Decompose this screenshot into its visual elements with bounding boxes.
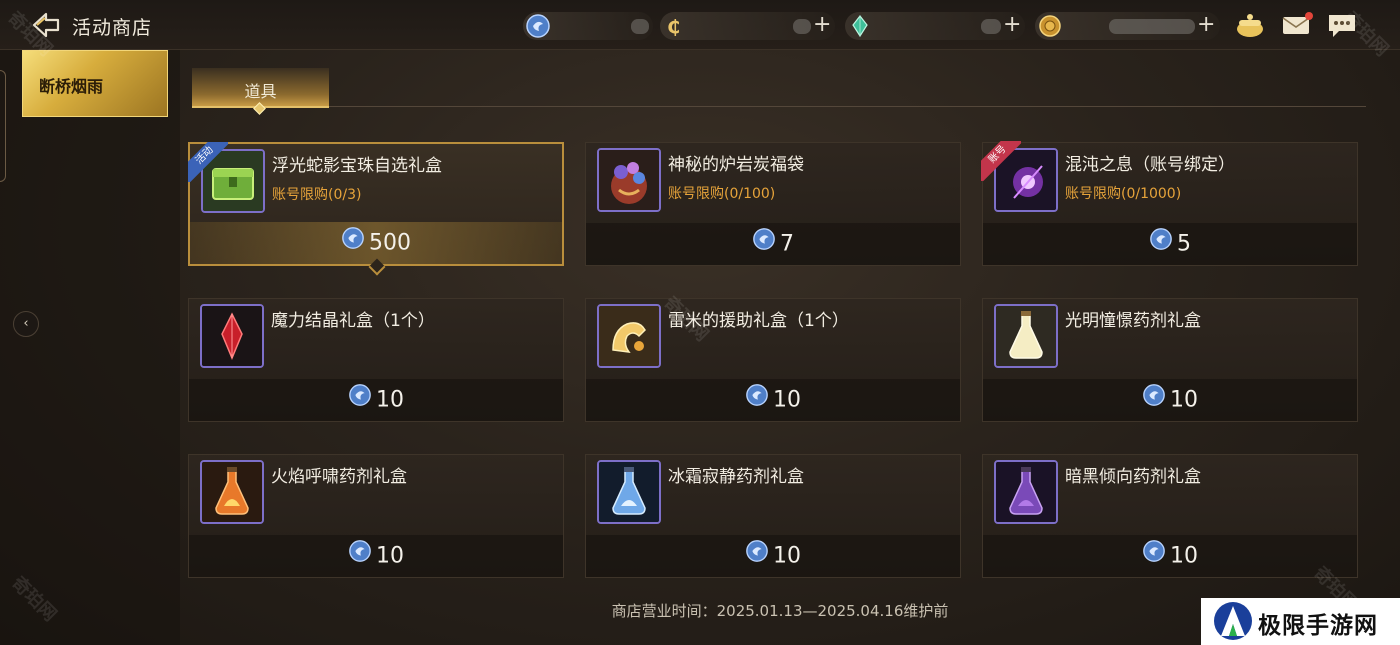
price-value: 10 — [1170, 543, 1198, 569]
product-name: 浮光蛇影宝珠自选礼盒 — [272, 156, 442, 176]
blue-gem-icon — [341, 226, 365, 256]
product-name: 魔力结晶礼盒（1个） — [271, 311, 435, 331]
price-value: 10 — [376, 387, 404, 413]
blue-gem-icon — [1142, 539, 1166, 569]
price: 10 — [586, 539, 960, 571]
price-value: 10 — [773, 543, 801, 569]
price: 10 — [983, 539, 1357, 571]
price-value: 10 — [773, 387, 801, 413]
price: 7 — [586, 227, 960, 259]
account-bound-badge: 账号 — [981, 141, 1021, 181]
left-edge-handle — [0, 70, 6, 182]
add-green-crystal-button[interactable]: + — [1003, 13, 1021, 37]
red-crystal-icon — [200, 304, 264, 368]
add-c-coin-button[interactable]: + — [813, 13, 831, 37]
event-badge: 活动 — [188, 142, 228, 182]
fire-potion-icon — [200, 460, 264, 524]
blue-gem-icon — [745, 539, 769, 569]
price: 10 — [189, 383, 563, 415]
price-value: 500 — [369, 230, 411, 256]
blue-gem-icon — [525, 13, 551, 43]
price-value: 7 — [780, 231, 794, 257]
dark-potion-icon — [994, 460, 1058, 524]
product-card[interactable]: 光明憧憬药剂礼盒 10 — [982, 298, 1358, 422]
tab-divider — [192, 106, 1366, 107]
blue-gem-icon — [745, 383, 769, 413]
resource-value-blurred — [981, 19, 1001, 34]
product-card[interactable]: 暗黑倾向药剂礼盒 10 — [982, 454, 1358, 578]
resource-green-crystal: + — [845, 12, 1025, 40]
price-bar: 10 — [189, 379, 563, 421]
resource-c-coin: ₵ + — [660, 12, 835, 40]
gold-medal-coin-icon — [1037, 13, 1063, 43]
site-brand-logo: 极限手游网 — [1201, 598, 1400, 645]
price-bar: 10 — [983, 379, 1357, 421]
resource-gold-medal: + — [1035, 12, 1220, 40]
resource-value-blurred — [1109, 19, 1195, 34]
price-bar: 10 — [983, 535, 1357, 577]
frost-potion-icon — [597, 460, 661, 524]
resource-blue-gem — [523, 12, 653, 40]
tab-active-indicator — [253, 102, 266, 115]
top-bar: 活动商店 ₵ + + + — [0, 0, 1400, 50]
lucky-bag-icon — [597, 148, 661, 212]
blue-gem-icon — [348, 383, 372, 413]
tab-label: 道具 — [244, 82, 277, 101]
product-card[interactable]: 魔力结晶礼盒（1个） 10 — [188, 298, 564, 422]
blue-gem-icon — [1149, 227, 1173, 257]
product-card[interactable]: 账号 混沌之息（账号绑定） 账号限购(0/1000) 5 — [981, 141, 1358, 266]
product-card[interactable]: 冰霜寂静药剂礼盒 10 — [585, 454, 961, 578]
blue-gem-icon — [752, 227, 776, 257]
product-card[interactable]: 雷米的援助礼盒（1个） 10 — [585, 298, 961, 422]
gold-c-coin-icon: ₵ — [662, 13, 688, 43]
treasure-pot-icon[interactable] — [1233, 10, 1267, 40]
price: 10 — [189, 539, 563, 571]
price: 10 — [983, 383, 1357, 415]
price: 5 — [983, 227, 1357, 259]
price-bar: 5 — [983, 223, 1357, 265]
sidebar-item-duanqiao-yanyu[interactable]: 断桥烟雨 — [22, 50, 168, 117]
shop-hours: 商店营业时间：2025.01.13—2025.04.16维护前 — [611, 602, 949, 620]
brand-name: 极限手游网 — [1258, 612, 1378, 639]
product-name: 冰霜寂静药剂礼盒 — [668, 467, 804, 487]
page-title: 活动商店 — [72, 17, 153, 39]
add-gold-medal-button[interactable]: + — [1197, 13, 1215, 37]
product-card[interactable]: 神秘的炉岩炭福袋 账号限购(0/100) 7 — [585, 142, 961, 266]
resource-value-blurred — [793, 19, 811, 34]
mail-icon[interactable] — [1280, 10, 1314, 40]
purchase-limit: 账号限购(0/100) — [668, 186, 776, 202]
brand-logo-icon — [1211, 600, 1255, 645]
blue-gem-icon — [1142, 383, 1166, 413]
price-bar: 10 — [586, 379, 960, 421]
collapse-sidebar-button[interactable]: ‹ — [13, 311, 39, 337]
product-card[interactable]: 火焰呼啸药剂礼盒 10 — [188, 454, 564, 578]
product-name: 火焰呼啸药剂礼盒 — [271, 467, 407, 487]
green-crystal-icon — [847, 13, 873, 43]
price-value: 5 — [1177, 231, 1191, 257]
product-name: 暗黑倾向药剂礼盒 — [1065, 467, 1201, 487]
purchase-limit: 账号限购(0/1000) — [1065, 186, 1182, 202]
golden-hand-icon — [597, 304, 661, 368]
product-name: 光明憧憬药剂礼盒 — [1065, 311, 1201, 331]
sidebar — [0, 50, 180, 645]
blue-gem-icon — [348, 539, 372, 569]
purchase-limit: 账号限购(0/3) — [272, 187, 362, 203]
product-name: 混沌之息（账号绑定） — [1065, 155, 1235, 175]
product-name: 神秘的炉岩炭福袋 — [668, 155, 804, 175]
price-value: 10 — [1170, 387, 1198, 413]
price-value: 10 — [376, 543, 404, 569]
product-card[interactable]: 活动 浮光蛇影宝珠自选礼盒 账号限购(0/3) 500 — [188, 142, 564, 276]
price: 10 — [586, 383, 960, 415]
price-bar: 10 — [189, 535, 563, 577]
resource-value-blurred — [631, 19, 649, 34]
light-potion-icon — [994, 304, 1058, 368]
price-bar: 10 — [586, 535, 960, 577]
price: 500 — [190, 226, 562, 258]
sidebar-item-label: 断桥烟雨 — [39, 77, 104, 96]
price-bar: 7 — [586, 223, 960, 265]
svg-text:₵: ₵ — [667, 16, 680, 38]
tab-items[interactable]: 道具 — [192, 68, 329, 115]
